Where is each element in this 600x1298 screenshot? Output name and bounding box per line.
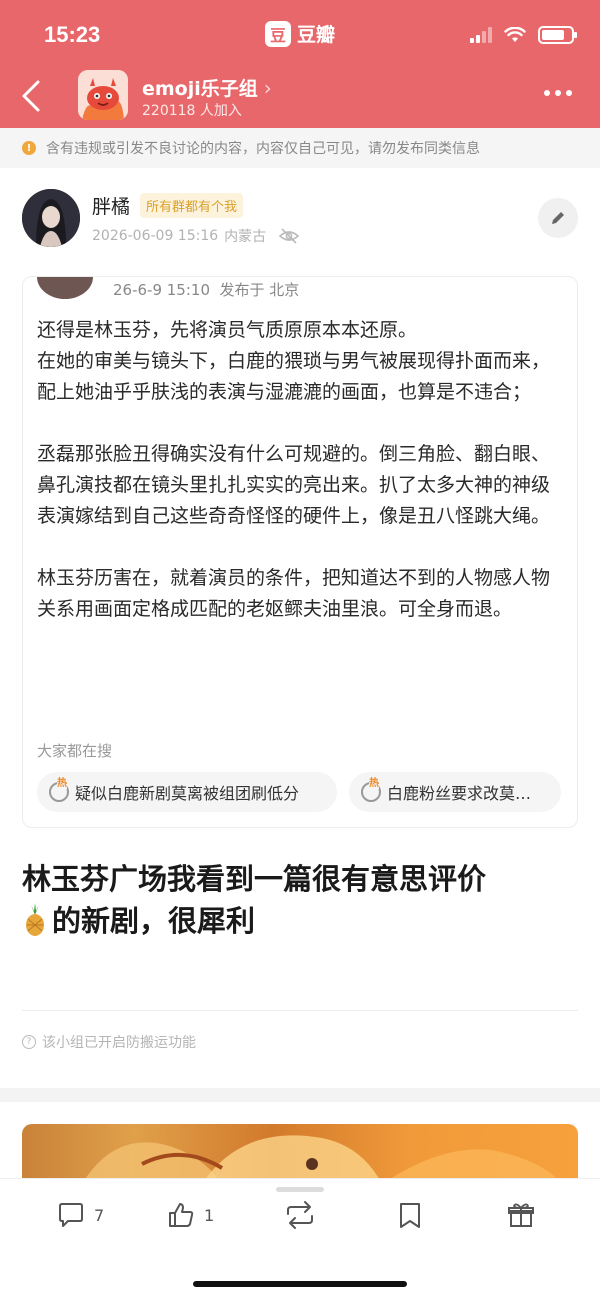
post-location: 内蒙古 — [224, 229, 267, 245]
divider — [22, 1010, 578, 1011]
like-count: 1 — [204, 1205, 215, 1225]
group-name: emoji乐子组 — [142, 78, 258, 100]
battery-icon — [538, 26, 577, 44]
wifi-icon — [504, 27, 526, 42]
bookmark-icon — [400, 1203, 420, 1228]
question-icon: ? — [22, 1035, 36, 1049]
like-button[interactable]: 1 — [166, 1199, 214, 1231]
quoted-meta: 26-6-9 15:10 发布于 北京 — [113, 281, 300, 299]
more-options-button[interactable] — [544, 90, 572, 96]
status-indicators — [470, 26, 577, 44]
thumbs-up-icon — [169, 1203, 194, 1227]
trending-chip-label: 白鹿粉丝要求改莫… — [387, 784, 532, 803]
hot-search-icon: 热 — [361, 778, 381, 802]
top-header: 15:23 豆 豆瓣 emoji乐子组 › 220118 人加入 — [0, 0, 600, 128]
douban-logo-icon: 豆 — [265, 20, 291, 47]
violation-notice: ! 含有违规或引发不良讨论的内容，内容仅自己可见，请勿发布同类信息 — [0, 128, 600, 168]
back-button[interactable] — [18, 78, 46, 114]
hot-search-icon: 热 — [49, 778, 69, 802]
quoted-paragraph: 林玉芬历害在，就着演员的条件，把知道达不到的人物感人物关系用画面定格成匹配的老妪… — [37, 567, 551, 620]
quoted-avatar — [37, 277, 93, 299]
quoted-paragraph: 还得是林玉芬，先将演员气质原原本本还原。 在她的审美与镜头下，白鹿的猥琐与男气被… — [37, 319, 551, 403]
quoted-paragraph: 丞磊那张脸丑得确实没有什么可规避的。倒三角脸、翻白眼、鼻孔演技都在镜头里扎扎实实… — [37, 443, 551, 527]
warning-icon: ! — [22, 141, 36, 155]
gift-icon — [508, 1203, 534, 1227]
edit-button[interactable] — [538, 198, 578, 238]
feed-image[interactable] — [22, 1124, 578, 1184]
gift-button[interactable] — [506, 1199, 536, 1231]
group-avatar[interactable] — [78, 70, 128, 120]
comment-icon — [59, 1203, 83, 1227]
post-title: 林玉芬广场我看到一篇很有意思评价 的新剧，很犀利 — [22, 858, 582, 942]
post-title-line: 林玉芬广场我看到一篇很有意思评价 — [22, 862, 487, 896]
author-avatar[interactable] — [22, 189, 80, 247]
bookmark-button[interactable] — [396, 1199, 424, 1231]
notice-text: 含有违规或引发不良讨论的内容，内容仅自己可见，请勿发布同类信息 — [46, 141, 480, 157]
anti-copy-text: 该小组已开启防搬运功能 — [42, 1035, 196, 1051]
quoted-body: 还得是林玉芬，先将演员气质原原本本还原。 在她的审美与镜头下，白鹿的猥琐与男气被… — [37, 315, 567, 625]
anti-copy-notice: ? 该小组已开启防搬运功能 — [22, 1032, 196, 1052]
post-title-line2: 的新剧，很犀利 — [22, 900, 582, 942]
chevron-right-icon: › — [263, 75, 272, 100]
quoted-post-card[interactable]: 26-6-9 15:10 发布于 北京 还得是林玉芬，先将演员气质原原本本还原。… — [22, 276, 578, 828]
status-time: 15:23 — [44, 22, 101, 47]
group-name-link[interactable]: emoji乐子组 › — [142, 74, 272, 101]
drag-handle[interactable] — [276, 1187, 324, 1192]
comment-button[interactable]: 7 — [56, 1199, 104, 1231]
post-datetime: 2026-06-09 15:16 — [92, 228, 219, 244]
trending-chip-label: 疑似白鹿新剧莫离被组团刷低分 — [75, 784, 300, 803]
comment-count: 7 — [94, 1205, 105, 1225]
status-app-label: 豆 豆瓣 — [265, 20, 335, 47]
pencil-icon — [552, 212, 564, 224]
bottom-action-bar: 7 1 — [0, 1178, 600, 1298]
home-indicator — [193, 1281, 407, 1287]
chevron-left-icon — [22, 80, 40, 112]
post-meta: 2026-06-09 15:16 内蒙古 — [92, 226, 300, 246]
repost-button[interactable] — [284, 1199, 316, 1231]
visibility-hidden-icon — [278, 228, 300, 244]
section-divider — [0, 1088, 600, 1102]
group-member-count: 220118 人加入 — [142, 103, 242, 119]
author-name[interactable]: 胖橘 — [92, 192, 130, 219]
signal-icon — [470, 27, 492, 43]
status-app-name: 豆瓣 — [297, 24, 336, 46]
repost-icon — [287, 1201, 313, 1229]
trending-chip[interactable]: 热 疑似白鹿新剧莫离被组团刷低分 — [37, 772, 337, 812]
trending-search-label: 大家都在搜 — [37, 742, 113, 760]
author-badge: 所有群都有个我 — [140, 193, 244, 218]
trending-chip[interactable]: 热 白鹿粉丝要求改莫… — [349, 772, 561, 812]
pineapple-icon — [26, 903, 44, 936]
